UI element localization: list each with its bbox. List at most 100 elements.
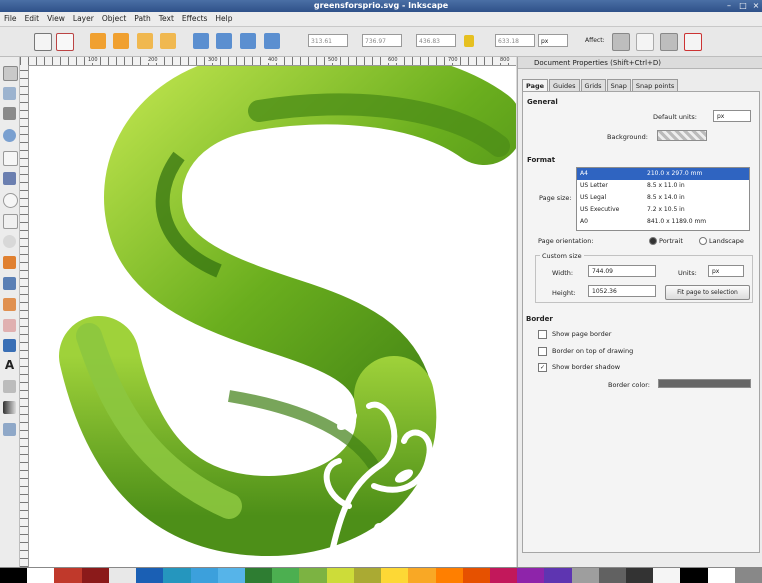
rotate-ccw-icon[interactable] (90, 33, 106, 49)
menu-effects[interactable]: Effects (178, 12, 212, 26)
select-in-all-layers-icon[interactable] (56, 33, 74, 51)
eraser-tool-icon[interactable] (3, 319, 16, 332)
flip-vertical-icon[interactable] (160, 33, 176, 49)
menu-help[interactable]: Help (211, 12, 236, 26)
minimize-icon[interactable]: – (723, 1, 735, 11)
menu-edit[interactable]: Edit (21, 12, 44, 26)
menu-layer[interactable]: Layer (69, 12, 98, 26)
rotate-cw-icon[interactable] (113, 33, 129, 49)
height-label: Height: (552, 289, 576, 297)
palette-swatch[interactable] (381, 568, 409, 583)
palette-swatch[interactable] (489, 568, 518, 583)
ellipse-tool-icon[interactable] (3, 193, 18, 208)
palette-swatch[interactable] (190, 568, 218, 583)
palette-swatch[interactable] (653, 568, 681, 583)
pen-tool-icon[interactable] (3, 277, 16, 290)
show-border-shadow-checkbox[interactable]: ✓ (538, 363, 547, 372)
palette-swatch[interactable] (244, 568, 273, 583)
palette-swatch[interactable] (544, 568, 572, 583)
menu-text[interactable]: Text (155, 12, 178, 26)
page-size-list[interactable]: A4 210.0 x 297.0 mm US Letter 8.5 x 11.0 i… (576, 167, 750, 231)
scale-stroke-icon[interactable] (612, 33, 630, 51)
palette-swatch[interactable] (54, 568, 82, 583)
lower-to-bottom-icon[interactable] (193, 33, 209, 49)
list-item[interactable]: A4 210.0 x 297.0 mm (577, 168, 749, 180)
page-tab-panel: General Default units: px Background: Fo… (522, 91, 760, 553)
raise-icon[interactable] (240, 33, 256, 49)
star-tool-icon[interactable] (3, 214, 18, 229)
text-tool-icon[interactable]: A (3, 359, 16, 372)
select-all-icon[interactable] (34, 33, 52, 51)
rectangle-tool-icon[interactable] (3, 151, 18, 166)
pencil-tool-icon[interactable] (3, 256, 16, 269)
palette-swatch[interactable] (0, 568, 28, 583)
dropper-tool-icon[interactable] (3, 423, 16, 436)
palette-swatch[interactable] (462, 568, 490, 583)
flip-horizontal-icon[interactable] (137, 33, 153, 49)
list-item[interactable]: US Letter 8.5 x 11.0 in (577, 180, 749, 192)
palette-swatch[interactable] (435, 568, 463, 583)
lower-icon[interactable] (216, 33, 232, 49)
x-input[interactable]: 313.61 (308, 34, 348, 47)
palette-swatch[interactable] (299, 568, 327, 583)
palette-swatch[interactable] (598, 568, 627, 583)
menu-file[interactable]: File (0, 12, 21, 26)
palette-swatch[interactable] (27, 568, 55, 583)
zoom-tool-icon[interactable] (3, 129, 16, 142)
menu-path[interactable]: Path (130, 12, 154, 26)
page-height-input[interactable]: 1052.36 (588, 285, 656, 297)
palette-swatch[interactable] (108, 568, 137, 583)
menu-bar: File Edit View Layer Object Path Text Effects He… (0, 12, 762, 27)
portrait-radio[interactable] (649, 237, 657, 245)
transform-gradients-icon[interactable] (660, 33, 678, 51)
height-input[interactable]: 633.18 (495, 34, 535, 47)
calligraphy-tool-icon[interactable] (3, 298, 16, 311)
menu-object[interactable]: Object (98, 12, 130, 26)
node-tool-icon[interactable] (3, 87, 16, 100)
list-item[interactable]: US Executive 7.2 x 10.5 in (577, 204, 749, 216)
palette-swatch[interactable] (734, 568, 762, 583)
palette-swatch[interactable] (217, 568, 245, 583)
raise-to-top-icon[interactable] (264, 33, 280, 49)
landscape-radio[interactable] (699, 237, 707, 245)
drawing-canvas[interactable] (29, 66, 516, 567)
palette-swatch[interactable] (626, 568, 654, 583)
list-item[interactable]: US Legal 8.5 x 14.0 in (577, 192, 749, 204)
border-color-swatch[interactable] (658, 379, 751, 388)
background-color-swatch[interactable] (657, 130, 707, 141)
units-select[interactable]: px (708, 265, 744, 277)
scale-corners-icon[interactable] (636, 33, 654, 51)
maximize-icon[interactable]: □ (737, 1, 749, 11)
palette-swatch[interactable] (81, 568, 109, 583)
border-on-top-checkbox[interactable] (538, 347, 547, 356)
transform-patterns-icon[interactable] (684, 33, 702, 51)
show-page-border-checkbox[interactable] (538, 330, 547, 339)
list-item[interactable]: A0 841.0 x 1189.0 mm (577, 216, 749, 228)
close-icon[interactable]: × (750, 1, 762, 11)
palette-swatch[interactable] (680, 568, 708, 583)
gradient-tool-icon[interactable] (3, 401, 16, 414)
palette-swatch[interactable] (408, 568, 436, 583)
spiral-tool-icon[interactable] (3, 235, 16, 248)
palette-swatch[interactable] (707, 568, 735, 583)
width-input[interactable]: 436.83 (416, 34, 456, 47)
tweak-tool-icon[interactable] (3, 107, 16, 120)
palette-swatch[interactable] (353, 568, 382, 583)
selector-tool-icon[interactable] (3, 66, 18, 81)
menu-view[interactable]: View (43, 12, 69, 26)
palette-swatch[interactable] (517, 568, 545, 583)
palette-swatch[interactable] (326, 568, 354, 583)
unit-select[interactable]: px (538, 34, 568, 47)
lock-icon[interactable] (464, 35, 474, 47)
3d-box-tool-icon[interactable] (3, 172, 16, 185)
palette-swatch[interactable] (272, 568, 300, 583)
palette-swatch[interactable] (136, 568, 164, 583)
default-units-select[interactable]: px (713, 110, 751, 122)
fit-page-to-selection-button[interactable]: Fit page to selection (665, 285, 750, 300)
connector-tool-icon[interactable] (3, 380, 16, 393)
bucket-tool-icon[interactable] (3, 339, 16, 352)
palette-swatch[interactable] (571, 568, 599, 583)
y-input[interactable]: 736.97 (362, 34, 402, 47)
palette-swatch[interactable] (163, 568, 191, 583)
page-width-input[interactable]: 744.09 (588, 265, 656, 277)
